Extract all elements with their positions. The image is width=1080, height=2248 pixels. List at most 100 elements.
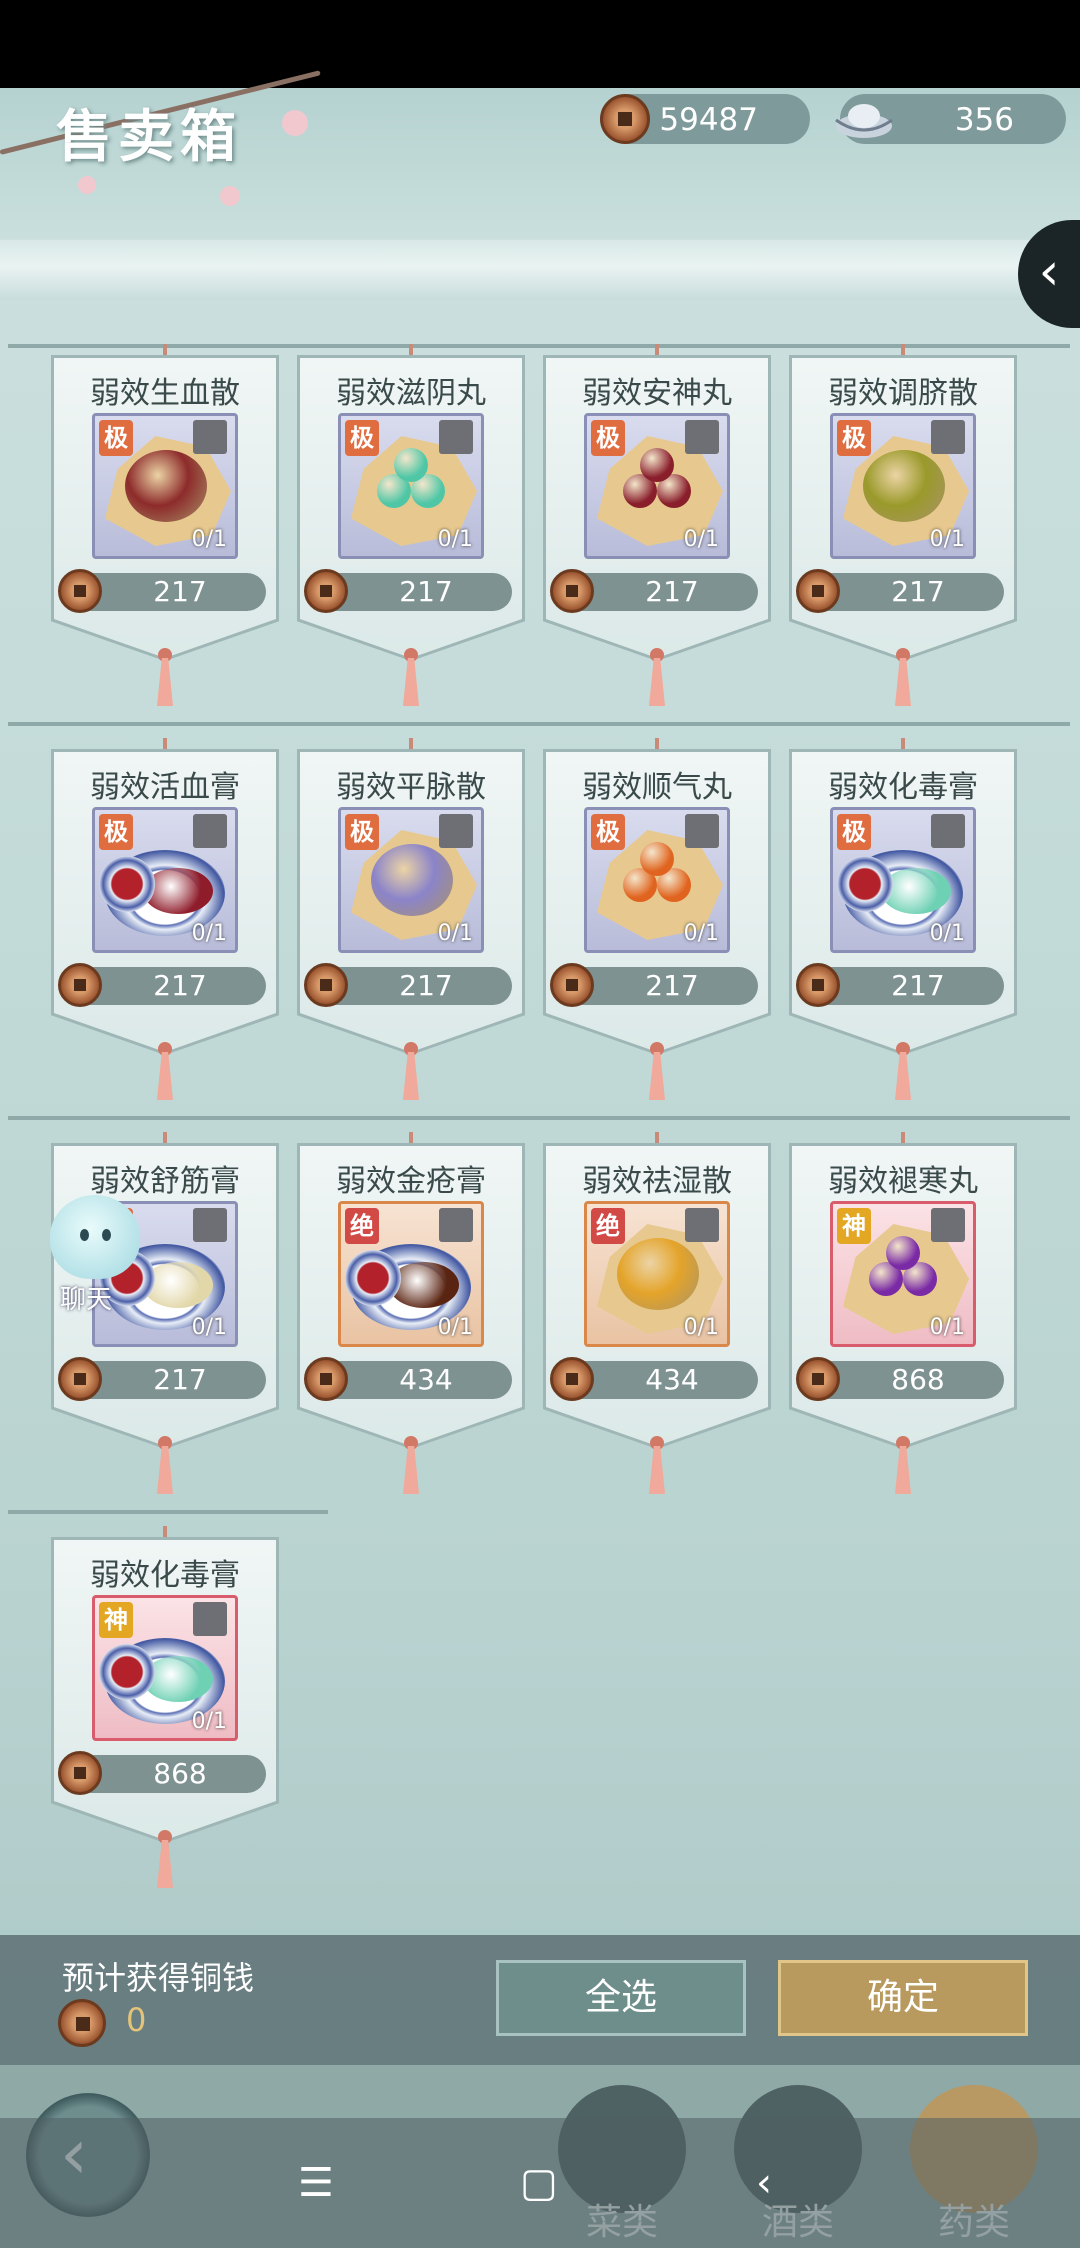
item-card[interactable]: 弱效顺气丸 极 0/1 217	[543, 738, 771, 1162]
item-icon-box[interactable]: 极 0/1	[338, 807, 484, 953]
item-price: 434	[399, 1363, 453, 1396]
item-count: 0/1	[683, 527, 719, 552]
grade-badge: 绝	[591, 1208, 625, 1244]
select-checkbox[interactable]	[193, 420, 227, 454]
item-card[interactable]: 弱效滋阴丸 极 0/1 217	[297, 344, 525, 768]
item-price: 217	[153, 575, 207, 608]
status-bar	[0, 0, 1080, 88]
system-menu-button[interactable]: ☰	[298, 2160, 334, 2206]
item-card[interactable]: 弱效活血膏 极 0/1 217	[51, 738, 279, 1162]
item-price: 217	[891, 575, 945, 608]
select-checkbox[interactable]	[931, 1208, 965, 1242]
copper-coin-icon	[304, 1357, 348, 1401]
select-checkbox[interactable]	[685, 420, 719, 454]
item-card[interactable]: 弱效安神丸 极 0/1 217	[543, 344, 771, 768]
price-bar: 217	[58, 569, 266, 613]
grade-badge: 极	[591, 814, 625, 850]
hanging-rail	[0, 240, 1080, 300]
tassel-decoration	[649, 658, 665, 706]
item-name: 弱效褪寒丸	[828, 1164, 978, 1199]
item-count: 0/1	[437, 527, 473, 552]
item-count: 0/1	[437, 1315, 473, 1340]
select-checkbox[interactable]	[193, 814, 227, 848]
select-checkbox[interactable]	[439, 814, 473, 848]
item-price: 217	[645, 575, 699, 608]
item-icon-box[interactable]: 极 0/1	[584, 807, 730, 953]
item-card[interactable]: 弱效调脐散 极 0/1 217	[789, 344, 1017, 768]
silver-amount: 356	[954, 102, 1014, 138]
item-count: 0/1	[929, 1315, 965, 1340]
item-count: 0/1	[191, 527, 227, 552]
item-name: 弱效顺气丸	[582, 770, 732, 805]
select-checkbox[interactable]	[439, 420, 473, 454]
item-count: 0/1	[437, 921, 473, 946]
grade-badge: 神	[837, 1208, 871, 1244]
tassel-decoration	[157, 1840, 173, 1888]
item-count: 0/1	[929, 921, 965, 946]
tassel-decoration	[157, 658, 173, 706]
system-back-button[interactable]: ‹	[756, 2160, 772, 2206]
item-price: 217	[153, 969, 207, 1002]
item-price: 217	[891, 969, 945, 1002]
powder-icon	[371, 844, 453, 916]
item-card[interactable]: 弱效生血散 极 0/1 217	[51, 344, 279, 768]
item-price: 434	[645, 1363, 699, 1396]
item-icon-box[interactable]: 神 0/1	[830, 1201, 976, 1347]
item-icon-box[interactable]: 极 0/1	[92, 807, 238, 953]
grade-badge: 神	[99, 1602, 133, 1638]
item-icon-box[interactable]: 极 0/1	[92, 413, 238, 559]
select-checkbox[interactable]	[685, 814, 719, 848]
copper-coin-icon	[58, 1999, 106, 2047]
item-card[interactable]: 弱效金疮膏 绝 0/1 434	[297, 1132, 525, 1556]
item-card[interactable]: 弱效祛湿散 绝 0/1 434	[543, 1132, 771, 1556]
copper-coin-icon	[796, 963, 840, 1007]
confirm-button[interactable]: 确定	[778, 1960, 1028, 2036]
item-icon-box[interactable]: 极 0/1	[584, 413, 730, 559]
select-all-button[interactable]: 全选	[496, 1960, 746, 2036]
select-checkbox[interactable]	[193, 1208, 227, 1242]
powder-icon	[125, 450, 207, 522]
copper-coin-icon	[550, 963, 594, 1007]
tassel-decoration	[649, 1052, 665, 1100]
tassel-decoration	[649, 1446, 665, 1494]
item-name: 弱效舒筋膏	[90, 1164, 240, 1199]
copper-coin-icon	[304, 569, 348, 613]
item-count: 0/1	[683, 1315, 719, 1340]
grade-badge: 极	[345, 814, 379, 850]
select-checkbox[interactable]	[439, 1208, 473, 1242]
chat-mascot-icon	[50, 1195, 140, 1279]
chat-button[interactable]: 聊天	[42, 1195, 152, 1315]
item-price: 217	[645, 969, 699, 1002]
item-name: 弱效生血散	[90, 376, 240, 411]
item-icon-box[interactable]: 极 0/1	[830, 807, 976, 953]
item-card[interactable]: 弱效平脉散 极 0/1 217	[297, 738, 525, 1162]
item-card[interactable]: 弱效化毒膏 神 0/1 868	[51, 1526, 279, 1950]
shelf-line	[8, 344, 1070, 348]
item-icon-box[interactable]: 绝 0/1	[338, 1201, 484, 1347]
item-count: 0/1	[191, 1709, 227, 1734]
item-icon-box[interactable]: 极 0/1	[338, 413, 484, 559]
item-name: 弱效平脉散	[336, 770, 486, 805]
system-home-button[interactable]: ▢	[520, 2160, 558, 2206]
price-bar: 868	[58, 1751, 266, 1795]
estimate-label: 预计获得铜钱	[62, 1959, 255, 1997]
copper-coin-icon	[600, 94, 650, 144]
price-bar: 217	[550, 569, 758, 613]
copper-amount: 59487	[659, 102, 758, 138]
item-icon-box[interactable]: 绝 0/1	[584, 1201, 730, 1347]
item-icon-box[interactable]: 神 0/1	[92, 1595, 238, 1741]
item-card[interactable]: 弱效褪寒丸 神 0/1 868	[789, 1132, 1017, 1556]
grade-badge: 极	[837, 814, 871, 850]
silver-currency: 356	[835, 94, 1066, 144]
item-icon-box[interactable]: 极 0/1	[830, 413, 976, 559]
copper-currency: 59487	[600, 94, 810, 144]
select-checkbox[interactable]	[685, 1208, 719, 1242]
select-checkbox[interactable]	[193, 1602, 227, 1636]
copper-coin-icon	[796, 569, 840, 613]
select-checkbox[interactable]	[931, 420, 965, 454]
item-card[interactable]: 弱效化毒膏 极 0/1 217	[789, 738, 1017, 1162]
chat-label: 聊天	[60, 1285, 113, 1315]
price-bar: 217	[796, 569, 1004, 613]
price-bar: 217	[550, 963, 758, 1007]
select-checkbox[interactable]	[931, 814, 965, 848]
